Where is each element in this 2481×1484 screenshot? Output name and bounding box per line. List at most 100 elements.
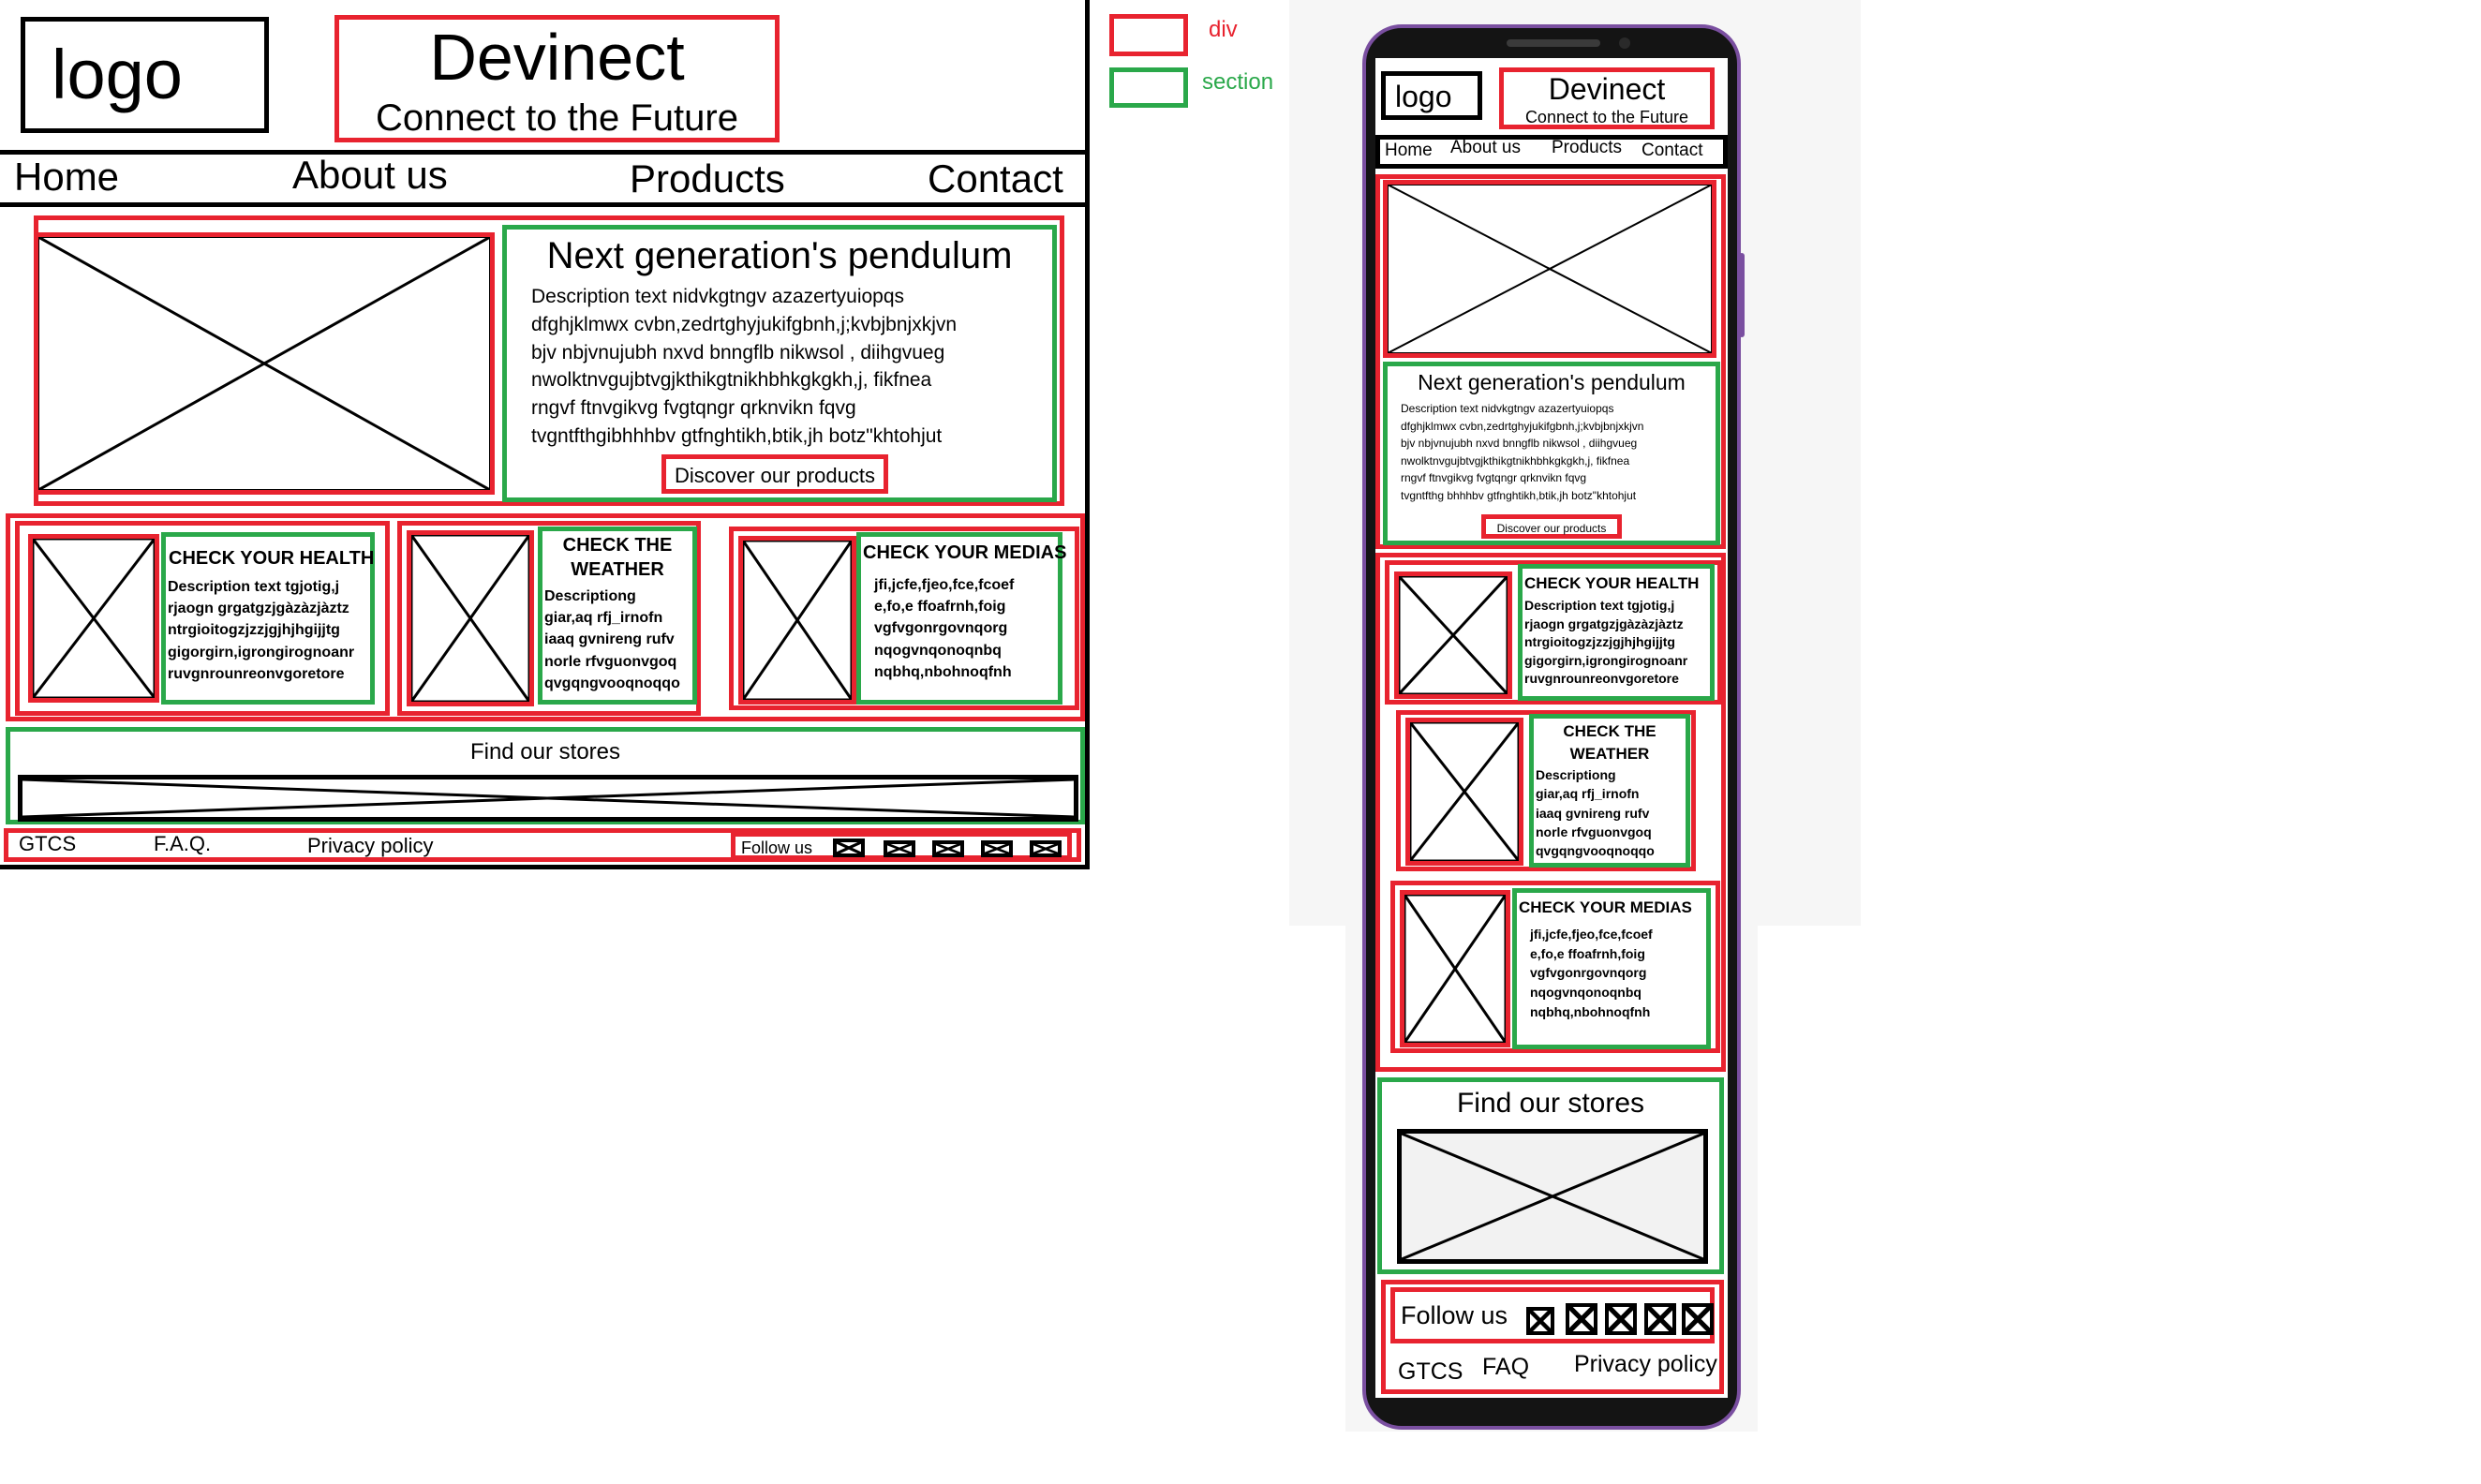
mobile-card-medias-image-icon [1404,895,1506,1043]
mobile-follow-div: Follow us [1390,1287,1715,1343]
mobile-nav-products[interactable]: Products [1552,138,1622,158]
mobile-footer-faq[interactable]: FAQ [1482,1354,1529,1381]
mobile-social-icon-4[interactable] [1644,1303,1676,1335]
mobile-card-weather-image-icon [1410,722,1519,861]
desktop-social-icon-4[interactable] [981,840,1013,857]
desktop-social-icon-3[interactable] [932,840,964,857]
desktop-card-weather-image-icon [411,535,529,702]
desktop-frame-right-border [1085,0,1090,869]
mobile-stores-title: Find our stores [1456,1088,1645,1119]
desktop-hero-image-placeholder-icon [38,237,490,490]
desktop-footer-gtcs[interactable]: GTCS [19,832,76,856]
desktop-nav-divider [0,202,1090,207]
mobile-brand-title: Devinect [1548,72,1666,106]
desktop-card-health-image-icon [33,539,155,698]
desktop-follow-div: Follow us [731,832,1072,860]
desktop-stores-map[interactable] [18,775,1078,822]
mobile-follow-label: Follow us [1401,1301,1508,1329]
legend-div-swatch [1109,14,1188,56]
desktop-brand-title: Devinect [429,21,685,94]
mobile-card-weather-section: CHECK THE WEATHER Descriptiong giar,aq r… [1529,714,1690,868]
mobile-social-icon-1[interactable] [1526,1307,1554,1335]
desktop-card-medias-image [738,536,856,705]
mobile-card-health-text: Description text tgjotig,j rjaogn grgatg… [1524,598,1688,687]
phone-speaker [1507,39,1600,47]
mobile-stores-section: Find our stores [1377,1077,1724,1274]
legend-section-swatch [1109,67,1188,108]
mobile-nav-home[interactable]: Home [1385,141,1433,161]
desktop-card-health-image [28,534,159,703]
mobile-logo-box[interactable]: logo [1381,71,1482,120]
mobile-stores-map[interactable] [1397,1129,1708,1264]
mobile-brand-tagline: Connect to the Future [1524,108,1689,126]
desktop-hero-title: Next generation's pendulum [546,235,1013,276]
desktop-card-weather-text: Descriptiong giar,aq rfj_irnofn iaaq gvn… [544,588,680,691]
desktop-card-medias-section: CHECK YOUR MEDIAS jfi,jcfe,fjeo,fce,fcoe… [856,532,1066,705]
desktop-frame-bottom-border [0,865,1090,869]
desktop-follow-label: Follow us [741,838,813,857]
mobile-nav-contact[interactable]: Contact [1642,141,1702,161]
mobile-card-medias-text: jfi,jcfe,fjeo,fce,fcoef e,fo,e ffoafrnh,… [1530,927,1653,1019]
desktop-header-divider [0,150,1090,155]
desktop-card-weather-section: CHECK THE WEATHER Descriptiong giar,aq r… [538,527,697,705]
phone-side-button [1739,253,1745,337]
mobile-brand-div: Devinect Connect to the Future [1499,67,1715,129]
mobile-card-medias-title: CHECK YOUR MEDIAS [1519,898,1692,916]
legend-section-label: section [1202,69,1274,95]
mobile-footer-gtcs[interactable]: GTCS [1398,1358,1463,1386]
desktop-card-weather-image [407,530,534,706]
mobile-card-medias-image [1400,890,1510,1047]
mobile-card-weather-text: Descriptiong giar,aq rfj_irnofn iaaq gvn… [1536,767,1655,859]
desktop-nav-about[interactable]: About us [292,153,448,198]
desktop-card-health-section: CHECK YOUR HEALTH Description text tgjot… [161,532,375,705]
desktop-hero-section: Next generation's pendulum Description t… [502,225,1057,502]
mobile-discover-button-label: Discover our products [1496,522,1607,535]
mobile-card-weather-image [1405,718,1523,866]
desktop-hero-image [34,232,495,495]
legend-div-label: div [1209,17,1238,42]
desktop-card-medias-image-icon [743,541,852,700]
desktop-stores-section: Find our stores [6,727,1085,824]
mobile-social-icon-5[interactable] [1682,1303,1714,1335]
desktop-social-icon-1[interactable] [833,838,865,857]
phone-camera [1619,37,1630,49]
desktop-stores-map-placeholder-icon [22,779,1074,817]
mobile-card-health-title: CHECK YOUR HEALTH [1524,574,1700,592]
mobile-card-health-section: CHECK YOUR HEALTH Description text tgjot… [1518,564,1715,701]
mobile-social-icon-2[interactable] [1566,1303,1597,1335]
mobile-card-medias-section: CHECK YOUR MEDIAS jfi,jcfe,fjeo,fce,fcoe… [1512,888,1711,1049]
mobile-hero-image [1383,180,1716,358]
desktop-card-medias-title: CHECK YOUR MEDIAS [863,542,1067,563]
mobile-card-weather-title: CHECK THE WEATHER [1563,722,1656,763]
mobile-discover-button[interactable]: Discover our products [1481,514,1622,539]
desktop-card-weather-title: CHECK THE WEATHER [562,535,673,580]
mobile-card-health-image-icon [1399,576,1508,694]
mobile-stores-map-placeholder-icon [1402,1134,1703,1259]
desktop-social-icon-2[interactable] [884,840,915,857]
desktop-card-health-text: Description text tgjotig,j rjaogn grgatg… [168,579,355,682]
desktop-hero-description: Description text nidvkgtngv azazertyuiop… [531,286,958,448]
desktop-footer-privacy[interactable]: Privacy policy [307,834,433,858]
mobile-logo-text: logo [1395,80,1452,113]
desktop-nav-products[interactable]: Products [630,156,785,201]
desktop-discover-button[interactable]: Discover our products [661,454,888,494]
mobile-hero-description: Description text nidvkgtngv azazertyuiop… [1401,402,1644,502]
desktop-logo-text: logo [52,36,183,113]
desktop-logo-box[interactable]: logo [21,17,269,133]
mobile-hero-title: Next generation's pendulum [1418,370,1686,394]
desktop-discover-button-label: Discover our products [675,464,875,487]
mobile-hero-image-placeholder-icon [1388,185,1712,353]
desktop-brand-tagline: Connect to the Future [376,97,738,139]
desktop-social-icon-5[interactable] [1030,840,1062,857]
desktop-nav-home[interactable]: Home [14,155,119,200]
mobile-hero-section: Next generation's pendulum Description t… [1383,362,1720,545]
desktop-card-health-title: CHECK YOUR HEALTH [169,548,375,569]
mobile-card-health-image [1394,571,1512,699]
desktop-card-medias-text: jfi,jcfe,fjeo,fce,fcoef e,fo,e ffoafrnh,… [874,577,1015,680]
mobile-footer-privacy[interactable]: Privacy policy [1574,1351,1717,1378]
mobile-nav-about[interactable]: About us [1450,138,1521,158]
desktop-brand-div: Devinect Connect to the Future [334,15,780,142]
mobile-social-icon-3[interactable] [1605,1303,1637,1335]
desktop-nav-contact[interactable]: Contact [928,156,1063,201]
desktop-footer-faq[interactable]: F.A.Q. [154,832,211,856]
